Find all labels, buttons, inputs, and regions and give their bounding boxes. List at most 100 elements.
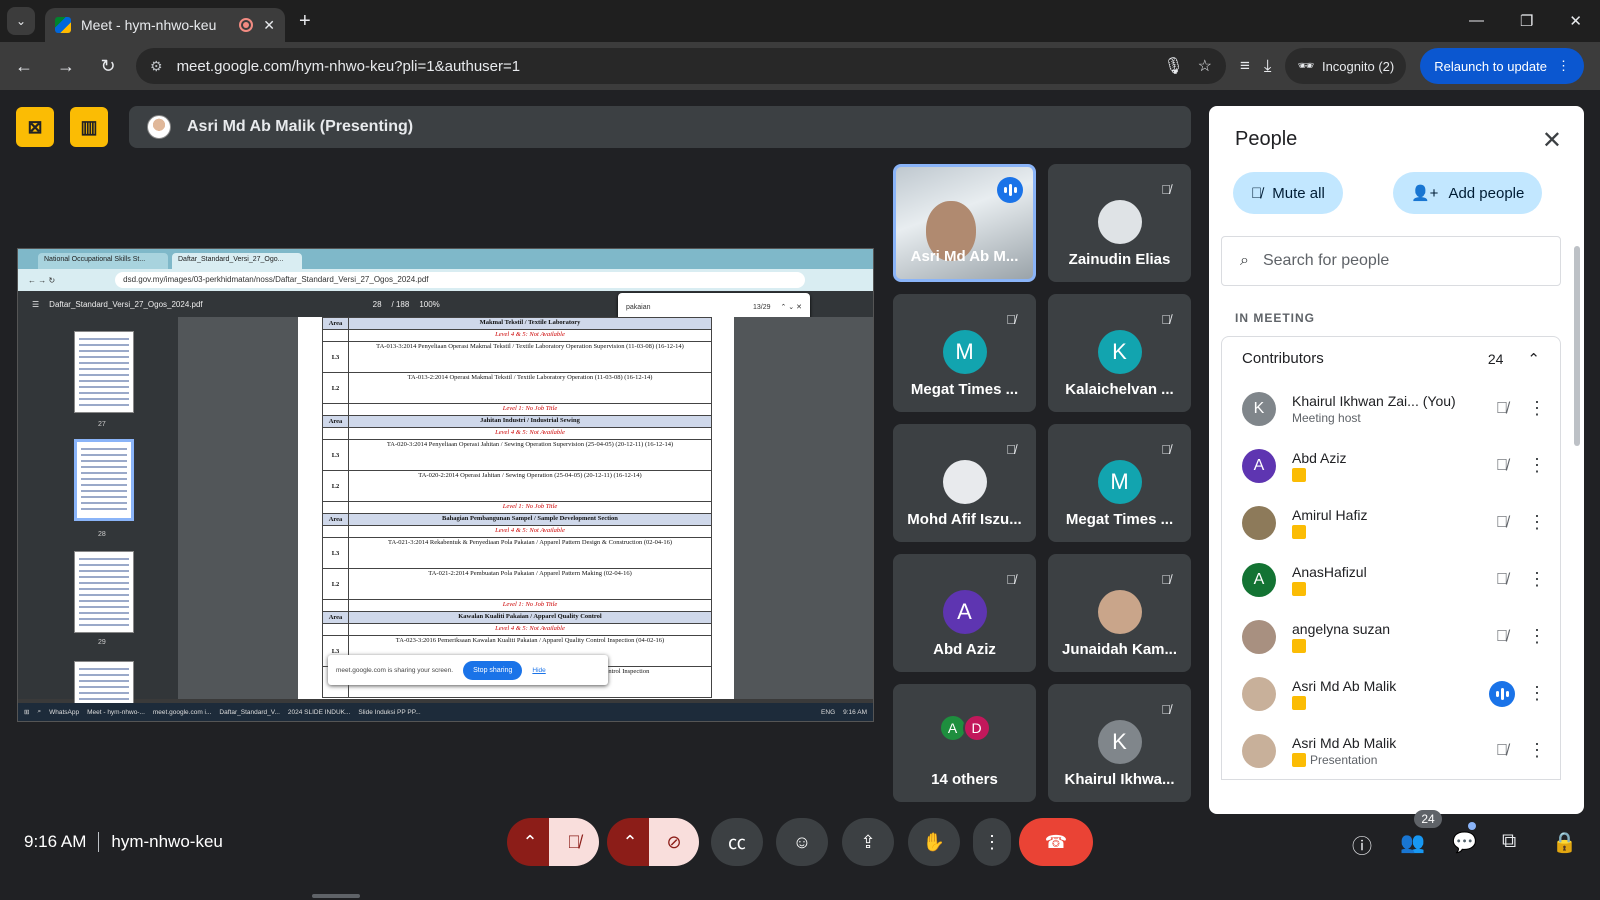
speaking-indicator-icon[interactable] [1482, 680, 1522, 707]
chat-icon[interactable]: 💬 [1452, 830, 1477, 855]
participant-tile-video[interactable]: Asri Md Ab M... [893, 164, 1036, 282]
participant-row[interactable]: A AnasHafizul 🎙̸ ⋮ [1222, 551, 1560, 608]
participant-tile[interactable]: M 🎙̸ Megat Times ... [1048, 424, 1191, 542]
layout-button[interactable]: ▥ [70, 107, 108, 147]
participant-tile[interactable]: 🎙̸ Junaidah Kam... [1048, 554, 1191, 672]
find-nav-icons: ⌃ ⌄ ✕ [780, 304, 803, 311]
url-text[interactable]: meet.google.com/hym-nhwo-keu?pli=1&authu… [177, 58, 1150, 75]
host-controls-icon[interactable]: 🔒 [1552, 830, 1577, 855]
participant-tile[interactable]: K 🎙̸ Khairul Ikhwa... [1048, 684, 1191, 802]
tab-close-icon[interactable]: ✕ [263, 17, 275, 34]
more-options-icon[interactable]: ⋮ [1522, 626, 1552, 647]
mic-off-icon[interactable]: 🎙̸ [1482, 514, 1522, 532]
browser-tab-meet[interactable]: Meet - hym-nhwo-keu ✕ [45, 8, 285, 42]
participant-name: Asri Md Ab Malik [1292, 677, 1397, 694]
participant-tile[interactable]: 🎙̸ Zainudin Elias [1048, 164, 1191, 282]
taskbar-item: Slide Induksi PP PP... [358, 708, 421, 716]
meeting-details: 9:16 AM hym-nhwo-keu [24, 832, 223, 852]
more-options-button[interactable]: ⋮ [973, 818, 1011, 866]
participant-name: Asri Md Ab Malik [1292, 734, 1397, 751]
bookmark-star-icon[interactable]: ☆ [1198, 56, 1212, 76]
activities-icon[interactable]: ⧉ [1502, 830, 1516, 853]
participant-name: Mohd Afif Iszu... [907, 511, 1022, 528]
microphone-icon[interactable]: 🎙 [1163, 56, 1183, 76]
back-icon[interactable]: ← [10, 56, 38, 77]
hide-presentation-button[interactable]: ⊠ [16, 107, 54, 147]
captions-button[interactable]: ㏄ [711, 818, 763, 866]
pdf-title: Daftar_Standard_Versi_27_Ogos_2024.pdf [49, 299, 203, 309]
forward-icon[interactable]: → [52, 56, 80, 77]
media-control-icon[interactable]: ≡ [1240, 56, 1250, 76]
pdf-content-cell: Level 4 & 5: Not Available [495, 625, 565, 632]
new-tab-button[interactable]: + [299, 10, 311, 33]
incognito-chip[interactable]: 🕶 Incognito (2) [1285, 48, 1407, 84]
reactions-button[interactable]: ☺ [776, 818, 828, 866]
camera-toggle-button[interactable]: ⊘ [649, 818, 699, 866]
present-screen-icon: ⇪ [860, 831, 876, 852]
more-options-icon[interactable]: ⋮ [1522, 740, 1552, 761]
window-close-icon[interactable]: ✕ [1569, 12, 1582, 30]
close-panel-icon[interactable]: ✕ [1542, 126, 1562, 155]
mic-off-icon[interactable]: 🎙̸ [1482, 571, 1522, 589]
reload-icon[interactable]: ↻ [94, 56, 122, 77]
microphone-toggle-button[interactable]: 🎙̸ [549, 818, 599, 866]
pdf-content-cell: Level 1: No Job Title [502, 503, 558, 510]
more-options-icon[interactable]: ⋮ [1522, 683, 1552, 704]
participant-name: Asri Md Ab M... [910, 248, 1019, 265]
avatar: A [1242, 562, 1276, 597]
participant-tile[interactable]: 🎙̸ Mohd Afif Iszu... [893, 424, 1036, 542]
mic-off-icon[interactable]: 🎙̸ [1482, 742, 1522, 760]
participant-row[interactable]: A Abd Aziz 🎙̸ ⋮ [1222, 437, 1560, 494]
person-add-icon: 👤+ [1411, 185, 1439, 202]
panel-scrollbar[interactable] [1574, 246, 1580, 446]
site-info-icon[interactable]: ⚙ [150, 58, 163, 75]
pdf-content-cell: TA-021-3:2014 Rekabentuk & Penyediaan Po… [388, 539, 672, 546]
pdf-thumbnail [74, 331, 134, 413]
participant-tile[interactable]: M 🎙̸ Megat Times ... [893, 294, 1036, 412]
more-options-icon[interactable]: ⋮ [1522, 512, 1552, 533]
mic-off-icon[interactable]: 🎙̸ [1482, 400, 1522, 418]
pdf-thumbnail [74, 551, 134, 633]
others-tile[interactable]: A D 14 others [893, 684, 1036, 802]
leave-call-button[interactable]: ☎ [1019, 818, 1093, 866]
raise-hand-button[interactable]: ✋ [908, 818, 960, 866]
minimize-icon[interactable]: — [1469, 12, 1484, 30]
participant-row[interactable]: Asri Md Ab Malik Presentation 🎙̸ ⋮ [1222, 722, 1560, 779]
people-icon[interactable]: 👥 [1400, 830, 1425, 855]
mute-all-button[interactable]: 🎙̸ Mute all [1233, 172, 1343, 214]
add-people-button[interactable]: 👤+ Add people [1393, 172, 1543, 214]
more-options-icon[interactable]: ⋮ [1522, 398, 1552, 419]
info-icon[interactable]: ⓘ [1352, 830, 1372, 859]
pdf-thumb-label: 29 [98, 639, 106, 646]
participant-row[interactable]: angelyna suzan 🎙̸ ⋮ [1222, 608, 1560, 665]
restore-icon[interactable]: ❐ [1520, 12, 1533, 30]
download-icon[interactable]: ⤓ [1264, 56, 1272, 76]
relaunch-button[interactable]: Relaunch to update ⋮ [1420, 48, 1584, 84]
search-people-input[interactable]: ⌕ Search for people [1221, 236, 1561, 286]
participant-row[interactable]: Amirul Hafiz 🎙̸ ⋮ [1222, 494, 1560, 551]
mic-off-icon[interactable]: 🎙̸ [1482, 628, 1522, 646]
mic-off-icon: 🎙̸ [1006, 571, 1016, 587]
find-count: 13/29 [752, 303, 771, 311]
participant-tile[interactable]: A 🎙̸ Abd Aziz [893, 554, 1036, 672]
tab-search-button[interactable]: ⌄ [7, 7, 35, 35]
taskbar-search-icon: ⌕ [37, 708, 42, 715]
contributors-header[interactable]: Contributors 24 ⌃ [1221, 336, 1561, 380]
audio-settings-button[interactable]: ⌃ [507, 818, 553, 866]
present-button[interactable]: ⇪ [842, 818, 894, 866]
more-options-icon[interactable]: ⋮ [1522, 569, 1552, 590]
shared-address-bar: ← → ↻ dsd.gov.my/images/03-perkhidmatan/… [18, 269, 873, 291]
pdf-content-cell: Bahagian Pembangunan Sampel / Sample Dev… [442, 515, 618, 522]
add-people-label: Add people [1448, 184, 1525, 202]
participant-subtitle [1292, 467, 1482, 482]
participant-row[interactable]: K Khairul Ikhwan Zai... (You) Meeting host… [1222, 380, 1560, 437]
pdf-table-row: L3 TA-013-3:2014 Penyeliaan Operasi Makma… [322, 342, 712, 373]
participant-name: Junaidah Kam... [1061, 641, 1178, 658]
mic-off-icon[interactable]: 🎙̸ [1482, 457, 1522, 475]
address-bar[interactable]: ⚙ meet.google.com/hym-nhwo-keu?pli=1&aut… [136, 48, 1226, 84]
participant-tile[interactable]: K 🎙̸ Kalaichelvan ... [1048, 294, 1191, 412]
video-settings-button[interactable]: ⌃ [607, 818, 653, 866]
participant-row[interactable]: Asri Md Ab Malik ⋮ [1222, 665, 1560, 722]
others-avatars: AD [938, 714, 991, 742]
more-options-icon[interactable]: ⋮ [1522, 455, 1552, 476]
